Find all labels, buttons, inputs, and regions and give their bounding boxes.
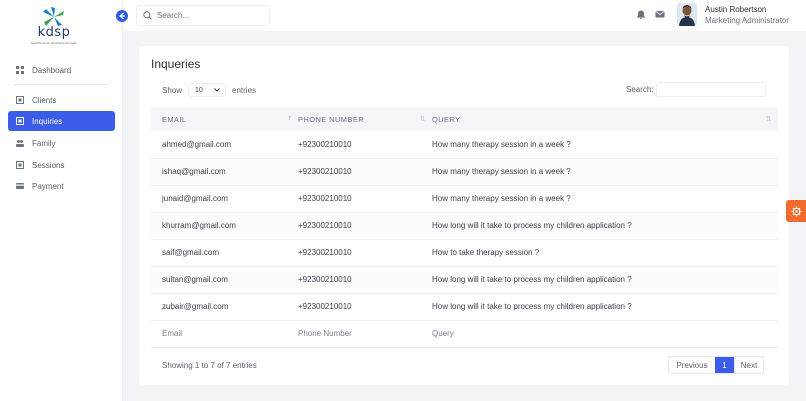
inquiries-card: Inqueries Show 10 entries Search: EMAIL ↑… — [139, 46, 789, 385]
sidebar-divider — [14, 84, 109, 85]
previous-page-button[interactable]: Previous — [669, 357, 715, 373]
cell-email: zubair@gmail.com — [151, 293, 298, 321]
page-title: Inqueries — [151, 57, 201, 71]
collapse-sidebar-button[interactable] — [116, 10, 128, 22]
cell-phone: +92300210010 — [298, 212, 432, 240]
cell-phone: +92300210010 — [298, 239, 432, 267]
sidebar-item-label: Dashboard — [32, 65, 72, 75]
square-icon — [16, 96, 24, 104]
column-header-email[interactable]: EMAIL ↑ — [151, 107, 298, 131]
column-header-query[interactable]: QUERY ⇅ — [432, 107, 778, 131]
gear-icon — [791, 206, 801, 216]
cell-email: sultan@gmail.com — [151, 266, 298, 294]
column-header-phone[interactable]: PHONE NUMBER ⇅ — [298, 107, 432, 131]
sidebar-item-clients[interactable]: Clients — [8, 90, 115, 110]
cell-phone: +92300210010 — [298, 131, 432, 159]
user-name: Austin Robertson — [705, 5, 767, 14]
sidebar-item-label: Sessions — [32, 160, 65, 170]
cell-query: How many therapy session in a week ? — [432, 185, 778, 213]
inquiries-table: EMAIL ↑ PHONE NUMBER ⇅ QUERY ⇅ ahmed@gmail.… — [151, 107, 778, 348]
arrow-left-icon — [119, 12, 125, 20]
kdsp-logo[interactable]: kdsp Kashif's Down Syndrome Program — [30, 6, 78, 46]
footer-phone: Phone Number — [298, 320, 432, 348]
bell-icon[interactable] — [636, 9, 646, 19]
topbar: Austin Robertson Marketing Administrator — [123, 0, 806, 31]
search-input[interactable] — [157, 11, 257, 20]
chevron-down-icon — [214, 88, 220, 92]
table-row: saif@gmail.com +92300210010 How to take … — [151, 239, 778, 267]
cell-email: khurram@gmail.com — [151, 212, 298, 240]
sidebar-item-family[interactable]: Family — [8, 133, 115, 153]
pagination: Previous 1 Next — [668, 356, 764, 374]
cell-query: How many therapy session in a week ? — [432, 158, 778, 186]
sidebar-item-label: Payment — [32, 181, 64, 191]
cell-phone: +92300210010 — [298, 185, 432, 213]
sidebar-item-inquiries[interactable]: Inquiries — [8, 111, 115, 131]
cell-email: junaid@gmail.com — [151, 185, 298, 213]
entries-select-value: 10 — [195, 86, 203, 94]
cell-query: How long will it take to process my chil… — [432, 212, 778, 240]
table-row: khurram@gmail.com +92300210010 How long … — [151, 212, 778, 240]
page-1-button[interactable]: 1 — [715, 357, 734, 373]
footer-query: Query — [432, 320, 778, 348]
entries-select[interactable]: 10 — [188, 83, 227, 97]
next-page-button[interactable]: Next — [734, 357, 763, 373]
user-avatar[interactable] — [677, 3, 697, 26]
global-search — [136, 5, 270, 26]
sidebar-item-sessions[interactable]: Sessions — [8, 155, 115, 175]
cell-email: ishaq@gmail.com — [151, 158, 298, 186]
logo-tagline: Kashif's Down Syndrome Program — [31, 41, 77, 45]
cell-email: saif@gmail.com — [151, 239, 298, 267]
table-row: junaid@gmail.com +92300210010 How many t… — [151, 185, 778, 213]
users-icon — [16, 140, 24, 147]
cell-email: ahmed@gmail.com — [151, 131, 298, 159]
table-info: Showing 1 to 7 of 7 entries — [162, 361, 257, 370]
square-icon — [16, 161, 24, 169]
entries-length-control: Show 10 entries — [162, 83, 256, 97]
sort-icon: ⇅ — [419, 116, 426, 123]
table-row: zubair@gmail.com +92300210010 How long w… — [151, 293, 778, 321]
table-row: ishaq@gmail.com +92300210010 How many th… — [151, 158, 778, 186]
card-icon — [16, 183, 24, 189]
table-search-label: Search: — [626, 85, 654, 94]
entries-label: entries — [232, 85, 257, 95]
sidebar-item-label: Inquiries — [32, 116, 63, 126]
settings-tab[interactable] — [786, 200, 806, 222]
sidebar-item-dashboard[interactable]: Dashboard — [8, 60, 115, 80]
cell-phone: +92300210010 — [298, 293, 432, 321]
sidebar-item-label: Family — [32, 138, 56, 148]
sidebar-item-label: Clients — [32, 95, 57, 105]
cell-query: How many therapy session in a week ? — [432, 131, 778, 159]
table-search: Search: — [626, 82, 766, 97]
search-icon — [143, 11, 152, 20]
sort-asc-icon: ↑ — [288, 115, 292, 122]
table-row: sultan@gmail.com +92300210010 How long w… — [151, 266, 778, 294]
sidebar-item-payment[interactable]: Payment — [8, 176, 115, 196]
cell-phone: +92300210010 — [298, 266, 432, 294]
table-header-row: EMAIL ↑ PHONE NUMBER ⇅ QUERY ⇅ — [151, 107, 778, 131]
cell-query: How to take therapy session ? — [432, 239, 778, 267]
logo-text: kdsp — [37, 25, 71, 40]
cell-query: How long will it take to process my chil… — [432, 293, 778, 321]
show-label: Show — [162, 85, 183, 95]
cell-phone: +92300210010 — [298, 158, 432, 186]
avatar-image — [677, 3, 697, 26]
sidebar: kdsp Kashif's Down Syndrome Program Dash… — [0, 0, 123, 401]
cell-query: How long will it take to process my chil… — [432, 266, 778, 294]
table-footer-row: Email Phone Number Query — [151, 320, 778, 348]
square-icon — [16, 117, 24, 125]
table-search-input[interactable] — [655, 82, 766, 97]
table-row: ahmed@gmail.com +92300210010 How many th… — [151, 131, 778, 159]
sort-icon: ⇅ — [765, 116, 772, 123]
user-role: Marketing Administrator — [705, 16, 790, 25]
mail-icon[interactable] — [655, 9, 665, 19]
grid-icon — [16, 66, 24, 74]
footer-email: Email — [151, 320, 298, 348]
